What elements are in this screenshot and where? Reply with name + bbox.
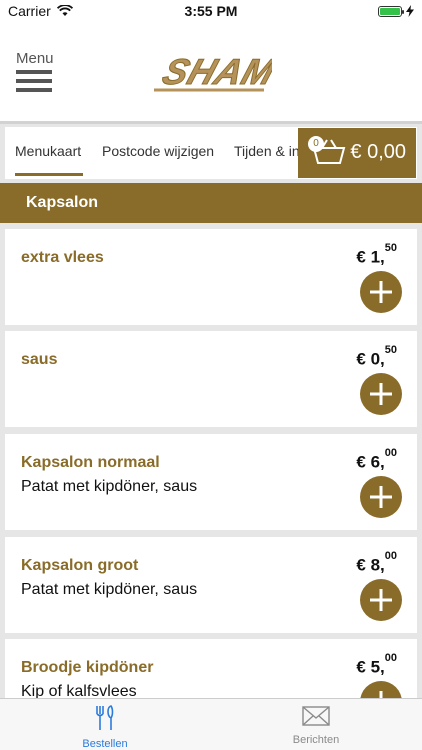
app-header: Menu SHAM [0, 22, 422, 124]
tab-label: Berichten [292, 734, 340, 746]
menu-item: Kapsalon normaal Patat met kipdöner, sau… [5, 434, 417, 530]
item-name: saus [21, 351, 58, 368]
item-description: Patat met kipdöner, saus [21, 478, 198, 495]
tab-label: Bestellen [82, 738, 128, 750]
cart-total: € 0,00 [350, 141, 406, 163]
menu-item: extra vlees € 1,50 [5, 229, 417, 325]
bottom-tab-bar: Bestellen Berichten [0, 698, 422, 750]
tab-menukaart[interactable]: Menukaart [15, 143, 81, 159]
status-right [378, 5, 414, 17]
menu-label: Menu [16, 50, 54, 67]
tab-postcode-wijzigen[interactable]: Postcode wijzigen [102, 143, 214, 159]
add-item-button[interactable] [360, 579, 402, 621]
tab-bestellen[interactable]: Bestellen [55, 705, 155, 750]
status-left: Carrier [8, 3, 73, 19]
menu-button[interactable]: Menu [16, 50, 56, 97]
item-name: Kapsalon groot [21, 557, 139, 574]
add-item-button[interactable] [360, 373, 402, 415]
cart-count-badge: 0 [308, 136, 324, 152]
item-description: Patat met kipdöner, saus [21, 581, 198, 598]
battery-icon [378, 5, 404, 17]
menu-item: saus € 0,50 [5, 331, 417, 427]
item-price: € 0,50 [356, 344, 397, 369]
wifi-icon [56, 5, 73, 16]
fork-knife-icon [96, 705, 114, 730]
tab-berichten[interactable]: Berichten [266, 705, 366, 746]
item-price: € 5,00 [356, 652, 397, 677]
item-name: Broodje kipdöner [21, 659, 154, 676]
tab-tijden-info[interactable]: Tijden & in [234, 143, 300, 159]
status-bar: Carrier 3:55 PM [0, 0, 422, 22]
cart-button[interactable]: 0 € 0,00 [298, 128, 416, 178]
svg-text:SHAM: SHAM [158, 52, 272, 92]
envelope-icon [302, 706, 330, 726]
item-price: € 6,00 [356, 447, 397, 472]
carrier-label: Carrier [8, 3, 51, 19]
sham-logo: SHAM [154, 51, 272, 92]
hamburger-icon [16, 70, 56, 92]
item-price: € 8,00 [356, 550, 397, 575]
add-item-button[interactable] [360, 271, 402, 313]
category-header: Kapsalon [0, 183, 422, 223]
active-tab-indicator [15, 173, 83, 176]
charging-icon [406, 5, 414, 17]
menu-item: Kapsalon groot Patat met kipdöner, saus … [5, 537, 417, 633]
item-name: Kapsalon normaal [21, 454, 160, 471]
item-name: extra vlees [21, 249, 104, 266]
add-item-button[interactable] [360, 476, 402, 518]
item-price: € 1,50 [356, 242, 397, 267]
